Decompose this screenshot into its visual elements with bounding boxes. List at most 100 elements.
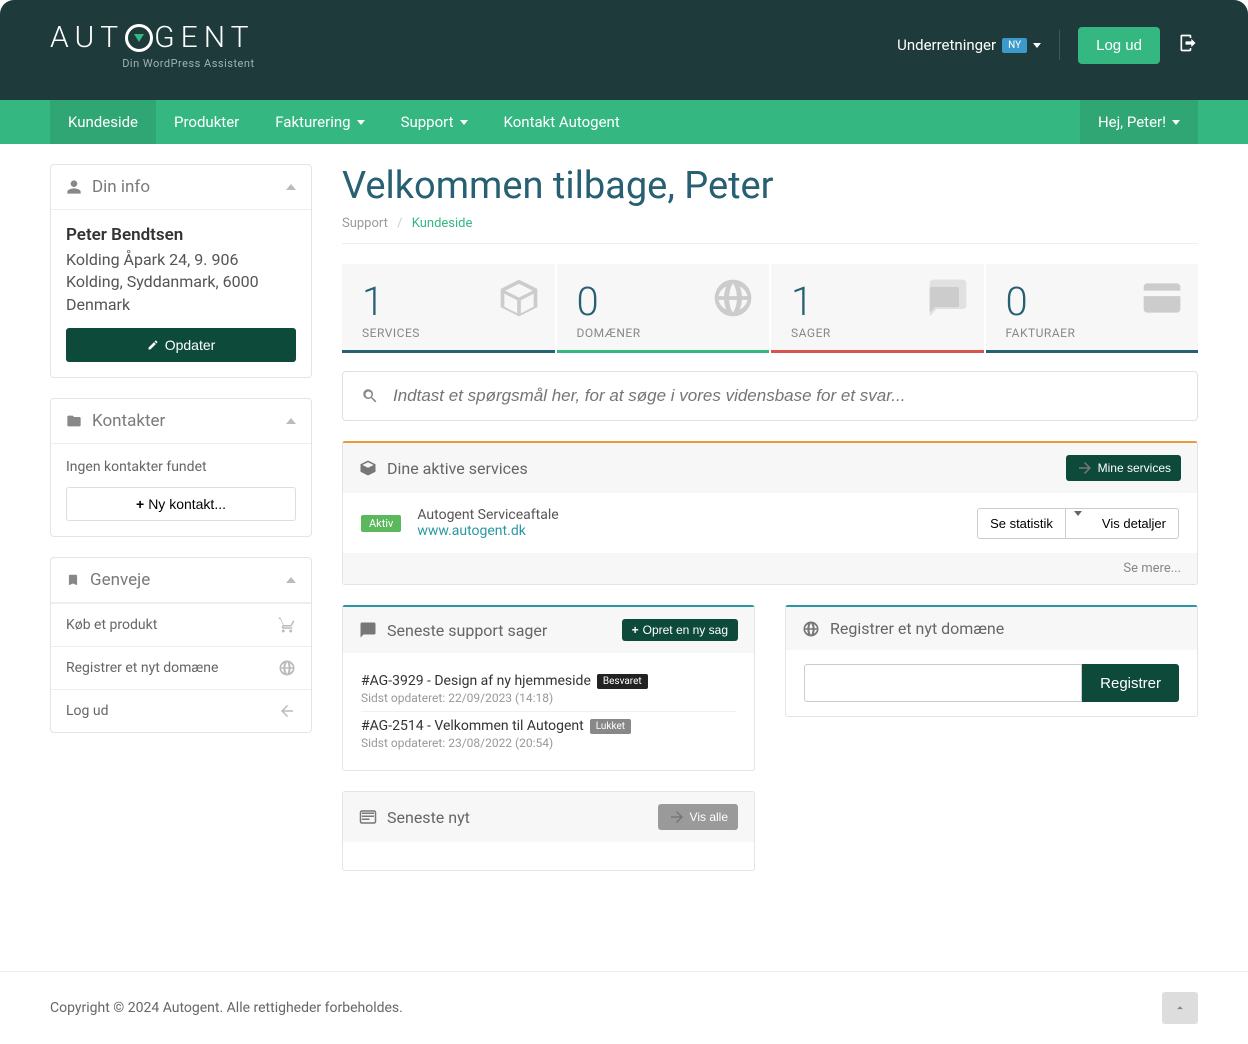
services-more-link[interactable]: Se mere...	[343, 553, 1197, 584]
page-title: Velkommen tilbage, Peter	[342, 164, 1198, 208]
view-details-button[interactable]: Vis detaljer	[1090, 508, 1179, 539]
panel-header-shortcuts[interactable]: Genveje	[51, 558, 311, 603]
chevron-down-icon	[1033, 43, 1041, 48]
nav-user-greeting[interactable]: Hej, Peter!	[1080, 100, 1198, 144]
service-name: Autogent Serviceaftale	[417, 507, 558, 523]
stat-services[interactable]: 1 SERVICES	[342, 264, 555, 353]
chat-icon	[926, 276, 970, 324]
bookmark-icon	[66, 572, 80, 588]
chevron-up-icon	[286, 577, 296, 583]
user-address: Kolding Åpark 24, 9. 906 Kolding, Syddan…	[66, 249, 296, 316]
card-title: Dine aktive services	[387, 459, 528, 478]
ticket-updated: Sidst opdateret: 22/09/2023 (14:18)	[361, 691, 736, 705]
folder-icon	[66, 413, 82, 429]
card-tickets: Seneste support sager + Opret en ny sag …	[342, 605, 755, 771]
kb-search[interactable]	[342, 371, 1198, 421]
logo-mark-icon	[125, 24, 153, 52]
panel-shortcuts: Genveje Køb et produkt Registrer et nyt …	[50, 557, 312, 733]
card-news: Seneste nyt Vis alle	[342, 791, 755, 871]
search-icon	[361, 387, 379, 405]
globe-icon	[278, 659, 296, 677]
panel-title: Genveje	[90, 570, 150, 590]
nav-support[interactable]: Support	[383, 100, 486, 144]
stats-dropdown-button[interactable]	[1066, 508, 1091, 539]
panel-header-info[interactable]: Din info	[51, 165, 311, 210]
chevron-up-icon	[286, 184, 296, 190]
shortcut-logout[interactable]: Log ud	[51, 689, 311, 732]
shortcut-buy-product[interactable]: Køb et produkt	[51, 603, 311, 646]
ticket-item[interactable]: #AG-3929 - Design af ny hjemmeside Besva…	[361, 667, 736, 712]
card-register-domain: Registrer et nyt domæne Registrer	[785, 605, 1198, 717]
user-name: Peter Bendtsen	[66, 225, 296, 245]
notifications-badge: NY	[1002, 38, 1027, 53]
card-icon	[1140, 276, 1184, 324]
service-domain[interactable]: www.autogent.dk	[417, 523, 525, 539]
back-to-top-button[interactable]	[1162, 992, 1198, 1024]
breadcrumb-root[interactable]: Support	[342, 216, 388, 231]
chevron-down-icon	[460, 120, 468, 125]
logout-icon[interactable]	[1178, 33, 1198, 57]
update-button[interactable]: Opdater	[66, 328, 296, 362]
nav-kontakt[interactable]: Kontakt Autogent	[486, 100, 638, 144]
ticket-updated: Sidst opdateret: 23/08/2022 (20:54)	[361, 736, 736, 750]
domain-input[interactable]	[804, 664, 1082, 702]
arrow-right-icon	[668, 808, 686, 826]
chevron-up-icon	[1173, 1001, 1187, 1015]
footer: Copyright © 2024 Autogent. Alle rettighe…	[0, 971, 1248, 1044]
plus-icon: +	[632, 623, 639, 637]
panel-header-contacts[interactable]: Kontakter	[51, 399, 311, 444]
chat-icon	[359, 621, 377, 639]
service-row: Aktiv Autogent Serviceaftale www.autogen…	[361, 507, 1179, 539]
notifications-label: Underretninger	[897, 36, 996, 54]
cart-icon	[278, 616, 296, 634]
new-ticket-button[interactable]: + Opret en ny sag	[622, 619, 738, 641]
card-title: Seneste nyt	[387, 808, 470, 827]
card-title: Registrer et nyt domæne	[830, 619, 1004, 638]
logo[interactable]: AUTGENT Din WordPress Assistent	[50, 20, 255, 70]
globe-icon	[711, 276, 755, 324]
main-nav: Kundeside Produkter Fakturering Support …	[0, 100, 1248, 144]
globe-icon	[802, 620, 820, 638]
top-header: AUTGENT Din WordPress Assistent Underret…	[0, 0, 1248, 100]
news-icon	[359, 808, 377, 826]
cube-icon	[497, 276, 541, 324]
chevron-up-icon	[286, 418, 296, 424]
notifications-dropdown[interactable]: Underretninger NY	[897, 36, 1041, 54]
breadcrumb: Support / Kundeside	[342, 216, 1198, 244]
my-services-button[interactable]: Mine services	[1066, 455, 1181, 481]
nav-produkter[interactable]: Produkter	[156, 100, 257, 144]
view-all-news-button[interactable]: Vis alle	[658, 804, 738, 830]
kb-search-input[interactable]	[393, 386, 1179, 406]
chevron-down-icon	[357, 120, 365, 125]
panel-title: Din info	[92, 177, 150, 197]
panel-user-info: Din info Peter Bendtsen Kolding Åpark 24…	[50, 164, 312, 378]
nav-kundeside[interactable]: Kundeside	[50, 100, 156, 144]
card-title: Seneste support sager	[387, 621, 547, 640]
plus-icon: +	[136, 496, 144, 512]
pencil-icon	[147, 339, 159, 351]
view-stats-button[interactable]: Se statistik	[977, 508, 1066, 539]
divider	[1059, 30, 1060, 60]
arrow-right-icon	[1076, 459, 1094, 477]
stat-tickets[interactable]: 1 SAGER	[771, 264, 984, 353]
copyright: Copyright © 2024 Autogent. Alle rettighe…	[50, 1000, 403, 1016]
stat-domains[interactable]: 0 DOMÆNER	[557, 264, 770, 353]
chevron-down-icon	[1074, 511, 1082, 531]
shortcut-register-domain[interactable]: Registrer et nyt domæne	[51, 646, 311, 689]
logo-subtitle: Din WordPress Assistent	[50, 57, 255, 70]
cube-icon	[359, 459, 377, 477]
status-badge: Aktiv	[361, 515, 401, 532]
user-icon	[66, 179, 82, 195]
arrow-left-icon	[278, 702, 296, 720]
logout-button[interactable]: Log ud	[1078, 27, 1160, 64]
register-domain-button[interactable]: Registrer	[1082, 664, 1179, 702]
ticket-item[interactable]: #AG-2514 - Velkommen til Autogent Lukket…	[361, 712, 736, 756]
stat-invoices[interactable]: 0 FAKTURAER	[986, 264, 1199, 353]
chevron-down-icon	[1172, 120, 1180, 125]
panel-title: Kontakter	[92, 411, 165, 431]
breadcrumb-current: Kundeside	[412, 216, 473, 231]
new-contact-button[interactable]: + Ny kontakt...	[66, 487, 296, 521]
panel-contacts: Kontakter Ingen kontakter fundet + Ny ko…	[50, 398, 312, 537]
ticket-status-badge: Lukket	[590, 719, 631, 734]
nav-fakturering[interactable]: Fakturering	[257, 100, 382, 144]
